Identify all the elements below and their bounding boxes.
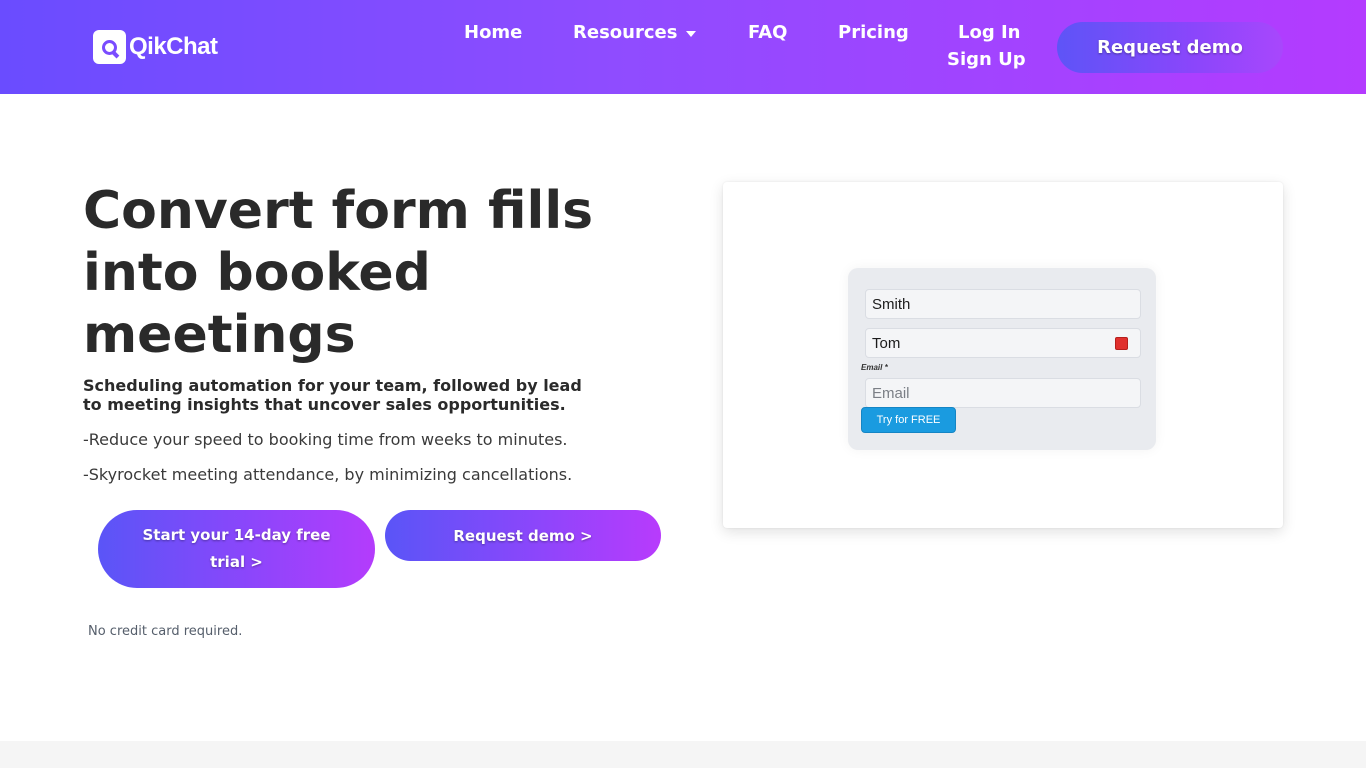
next-section-band bbox=[0, 741, 1366, 768]
nav-resources-label: Resources bbox=[573, 22, 678, 43]
nav-login-link[interactable]: Log In bbox=[958, 22, 1021, 43]
nav-signup-link[interactable]: Sign Up bbox=[947, 49, 1026, 70]
brand-logo[interactable]: QikChat bbox=[93, 30, 218, 64]
email-field[interactable]: Email bbox=[865, 378, 1141, 408]
hero-bullet: -Reduce your speed to booking time from … bbox=[83, 430, 568, 449]
try-for-free-button[interactable]: Try for FREE bbox=[861, 407, 956, 433]
email-placeholder: Email bbox=[872, 384, 910, 402]
caret-down-icon bbox=[686, 31, 697, 37]
email-label: Email * bbox=[861, 363, 888, 372]
preview-form: Smith Tom Email * Email Try for FREE bbox=[848, 268, 1156, 450]
start-free-trial-button[interactable]: Start your 14-day free trial > bbox=[98, 510, 375, 588]
logo-text: QikChat bbox=[129, 33, 218, 60]
first-name-value: Tom bbox=[872, 334, 901, 352]
hero-subtitle: Scheduling automation for your team, fol… bbox=[83, 376, 582, 414]
nav-pricing-link[interactable]: Pricing bbox=[838, 22, 909, 43]
hero-title: Convert form fills into booked meetings bbox=[83, 181, 594, 365]
nav-home-link[interactable]: Home bbox=[464, 22, 522, 43]
no-credit-card-note: No credit card required. bbox=[88, 624, 243, 639]
logo-mark-icon bbox=[93, 30, 126, 64]
form-preview-card: Smith Tom Email * Email Try for FREE bbox=[723, 182, 1283, 528]
last-name-value: Smith bbox=[872, 295, 911, 313]
nav-faq-link[interactable]: FAQ bbox=[748, 22, 787, 43]
first-name-field[interactable]: Tom bbox=[865, 328, 1141, 358]
autofill-icon bbox=[1115, 337, 1128, 350]
last-name-field[interactable]: Smith bbox=[865, 289, 1141, 319]
hero-bullet: -Skyrocket meeting attendance, by minimi… bbox=[83, 465, 573, 484]
header-request-demo-button[interactable]: Request demo bbox=[1057, 22, 1283, 73]
top-navigation-bar: QikChat Home Resources FAQ Pricing Log I… bbox=[0, 0, 1366, 94]
request-demo-button[interactable]: Request demo > bbox=[385, 510, 661, 561]
nav-resources-dropdown[interactable]: Resources bbox=[573, 22, 697, 43]
